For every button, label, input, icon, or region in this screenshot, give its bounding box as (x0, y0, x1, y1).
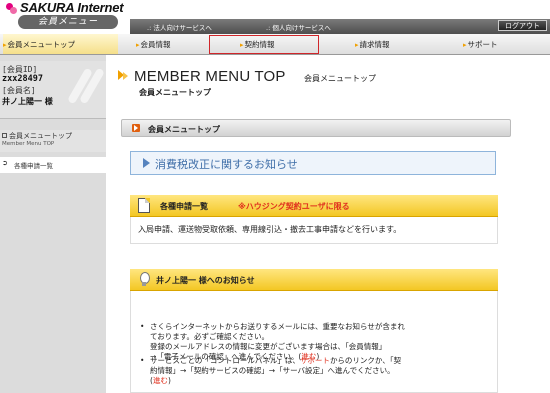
brand-subtitle: 会員メニュー (18, 15, 118, 29)
notice-line: サービスごとの「コントロールパネル」は、サポートからのリンクか、「契 (150, 356, 401, 366)
page-subtitle: 会員メニュートップ (139, 88, 211, 97)
notice-text: からのリンクか、「契 (329, 356, 402, 365)
sakura-logo-icon (6, 3, 17, 14)
highlight-box (209, 35, 319, 54)
user-notices-header: 井ノ上陽一 様へのお知らせ (130, 269, 498, 291)
corporate-services-link[interactable]: .: 法人向けサービスへ (147, 22, 212, 32)
support-link[interactable]: サポート (300, 356, 330, 365)
applications-header[interactable]: 各種申請一覧 ※ハウジング契約ユーザに限る (130, 195, 498, 217)
nav-billing-info[interactable]: ▸請求情報 (355, 39, 390, 50)
user-notices-title: 井ノ上陽一 様へのお知らせ (156, 276, 255, 285)
arrow-right-icon: ➲ (2, 159, 8, 167)
square-icon (2, 133, 7, 138)
logout-button[interactable]: ログアウト (498, 20, 547, 31)
sidebar: [会員ID] zxx28497 [会員名] 井ノ上陽一 様 会員メニュートップ … (0, 55, 106, 393)
nav-label: 請求情報 (359, 40, 390, 49)
member-name-label: [会員名] (2, 86, 36, 95)
nav-label: サポート (467, 40, 498, 49)
main-content: MEMBER MENU TOP 会員メニュートップ 会員メニュートップ 会員メニ… (106, 55, 550, 393)
sakura-logo[interactable]: SAKURA Internet 会員メニュー (4, 0, 132, 30)
chevron-right-icon: ▸ (3, 41, 7, 49)
applications-body: 入局申請、運送物受取依頼、専用線引込・撤去工事申請などを行います。 (130, 217, 498, 244)
notice-line: さくらインターネットからお送りするメールには、重要なお知らせが含まれ (150, 322, 405, 331)
double-chevron-icon (118, 70, 128, 84)
notice-text: サービスごとの「コントロールパネル」は、 (150, 356, 300, 365)
notice-line: ております。必ずご確認ください。 (150, 332, 270, 341)
tax-notice-link[interactable]: 消費税改正に関するお知らせ (130, 151, 496, 175)
section-header-label: 会員メニュートップ (148, 125, 220, 134)
personal-services-link[interactable]: .: 個人向けサービスへ (266, 22, 331, 32)
section-header: 会員メニュートップ (121, 119, 511, 137)
nav-label: 会員メニュートップ (7, 40, 76, 49)
play-icon (132, 124, 140, 132)
member-name-value: 井ノ上陽一 様 (2, 97, 53, 106)
chevron-right-icon: ▸ (355, 41, 359, 49)
member-id-value: zxx28497 (2, 74, 43, 84)
notice-text: ) (167, 376, 171, 385)
sidebar-item-member-menu-top[interactable]: 会員メニュートップ Member Menu TOP (0, 130, 106, 152)
nav-member-menu-top[interactable]: ▸会員メニュートップ (3, 34, 118, 54)
bullet-icon: • (140, 322, 145, 331)
notice-line: 約情報」→「契約サービスの確認」→「サーバ設定」へ進んでください。 (150, 366, 395, 375)
nav-member-info[interactable]: ▸会員情報 (136, 39, 171, 50)
service-bar: .: 法人向けサービスへ .: 個人向けサービスへ ログアウト (130, 19, 550, 34)
nav-support[interactable]: ▸サポート (463, 39, 498, 50)
page-title: MEMBER MENU TOP (134, 68, 286, 85)
tax-notice-text: 消費税改正に関するお知らせ (155, 158, 298, 171)
sidebar-item-sublabel: Member Menu TOP (2, 141, 55, 147)
chevron-right-icon: ▸ (463, 41, 467, 49)
triangle-right-icon (143, 158, 150, 168)
bullet-icon: • (140, 356, 145, 365)
notice-line: (進む) (150, 376, 401, 386)
chevron-right-icon: ▸ (136, 41, 140, 49)
applications-title: 各種申請一覧 (160, 202, 208, 211)
applications-description: 入局申請、運送物受取依頼、専用線引込・撤去工事申請などを行います。 (138, 225, 402, 234)
decorative-stripes (74, 67, 98, 103)
brand-name: SAKURA Internet (20, 0, 124, 15)
sidebar-item-label: 各種申請一覧 (14, 162, 53, 170)
notice-line: 登録のメールアドレスの情報に変更がございます場合は、「会員情報」 (150, 342, 387, 351)
sidebar-item-applications[interactable]: ➲ 各種申請一覧 (0, 157, 106, 173)
sidebar-item-label: 会員メニュートップ (9, 132, 72, 140)
notice-item: • サービスごとの「コントロールパネル」は、サポートからのリンクか、「契 約情報… (140, 356, 401, 386)
page-title-jp: 会員メニュートップ (304, 74, 376, 83)
user-info-box: [会員ID] zxx28497 [会員名] 井ノ上陽一 様 (0, 61, 106, 119)
top-header: SAKURA Internet 会員メニュー .: 法人向けサービスへ .: 個… (0, 0, 550, 34)
lightbulb-icon (140, 272, 150, 287)
nav-label: 会員情報 (140, 40, 171, 49)
document-icon (138, 198, 150, 213)
applications-note: ※ハウジング契約ユーザに限る (238, 202, 350, 211)
proceed-link[interactable]: 進む (153, 376, 168, 385)
